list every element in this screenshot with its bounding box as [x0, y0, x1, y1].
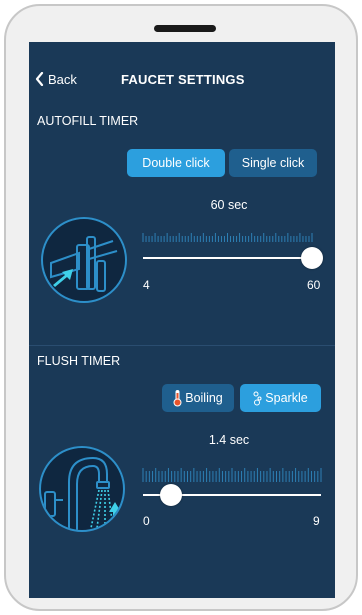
double-click-button[interactable]: Double click — [127, 149, 225, 177]
flush-slider-ticks — [142, 468, 322, 482]
autofill-max-label: 60 — [307, 278, 321, 292]
back-label: Back — [48, 71, 77, 87]
faucet-spray-icon — [44, 456, 121, 530]
single-click-label: Single click — [241, 156, 305, 170]
autofill-slider-thumb[interactable] — [301, 247, 323, 269]
boiling-label: Boiling — [185, 391, 223, 405]
sparkle-button[interactable]: Sparkle — [240, 384, 321, 412]
bubbles-icon — [253, 391, 262, 406]
app-screen: Back FAUCET SETTINGS AUTOFILL TIMER Doub… — [29, 42, 335, 598]
page-title: FAUCET SETTINGS — [121, 72, 245, 87]
flush-min-label: 0 — [143, 514, 150, 528]
autofill-faucet-emblem — [41, 217, 127, 303]
flush-slider-thumb[interactable] — [159, 484, 182, 506]
faucet-valve-icon — [50, 236, 118, 292]
nav-header: Back FAUCET SETTINGS — [29, 42, 335, 112]
section-divider — [29, 345, 335, 346]
flush-max-label: 9 — [313, 514, 320, 528]
single-click-button[interactable]: Single click — [229, 149, 317, 177]
thermometer-icon — [173, 390, 182, 407]
boiling-button[interactable]: Boiling — [162, 384, 234, 412]
autofill-section-title: AUTOFILL TIMER — [37, 114, 139, 128]
chevron-left-icon — [35, 72, 44, 86]
flush-value-label: 1.4 sec — [208, 433, 250, 447]
autofill-slider-ticks — [142, 233, 313, 242]
back-button[interactable]: Back — [35, 69, 77, 89]
flush-section-title: FLUSH TIMER — [37, 354, 121, 368]
autofill-value-label: 60 sec — [210, 198, 248, 212]
speaker-grille — [154, 25, 216, 32]
sparkle-label: Sparkle — [265, 391, 308, 405]
flush-faucet-emblem — [39, 446, 125, 532]
double-click-label: Double click — [142, 156, 210, 170]
autofill-min-label: 4 — [143, 278, 150, 292]
